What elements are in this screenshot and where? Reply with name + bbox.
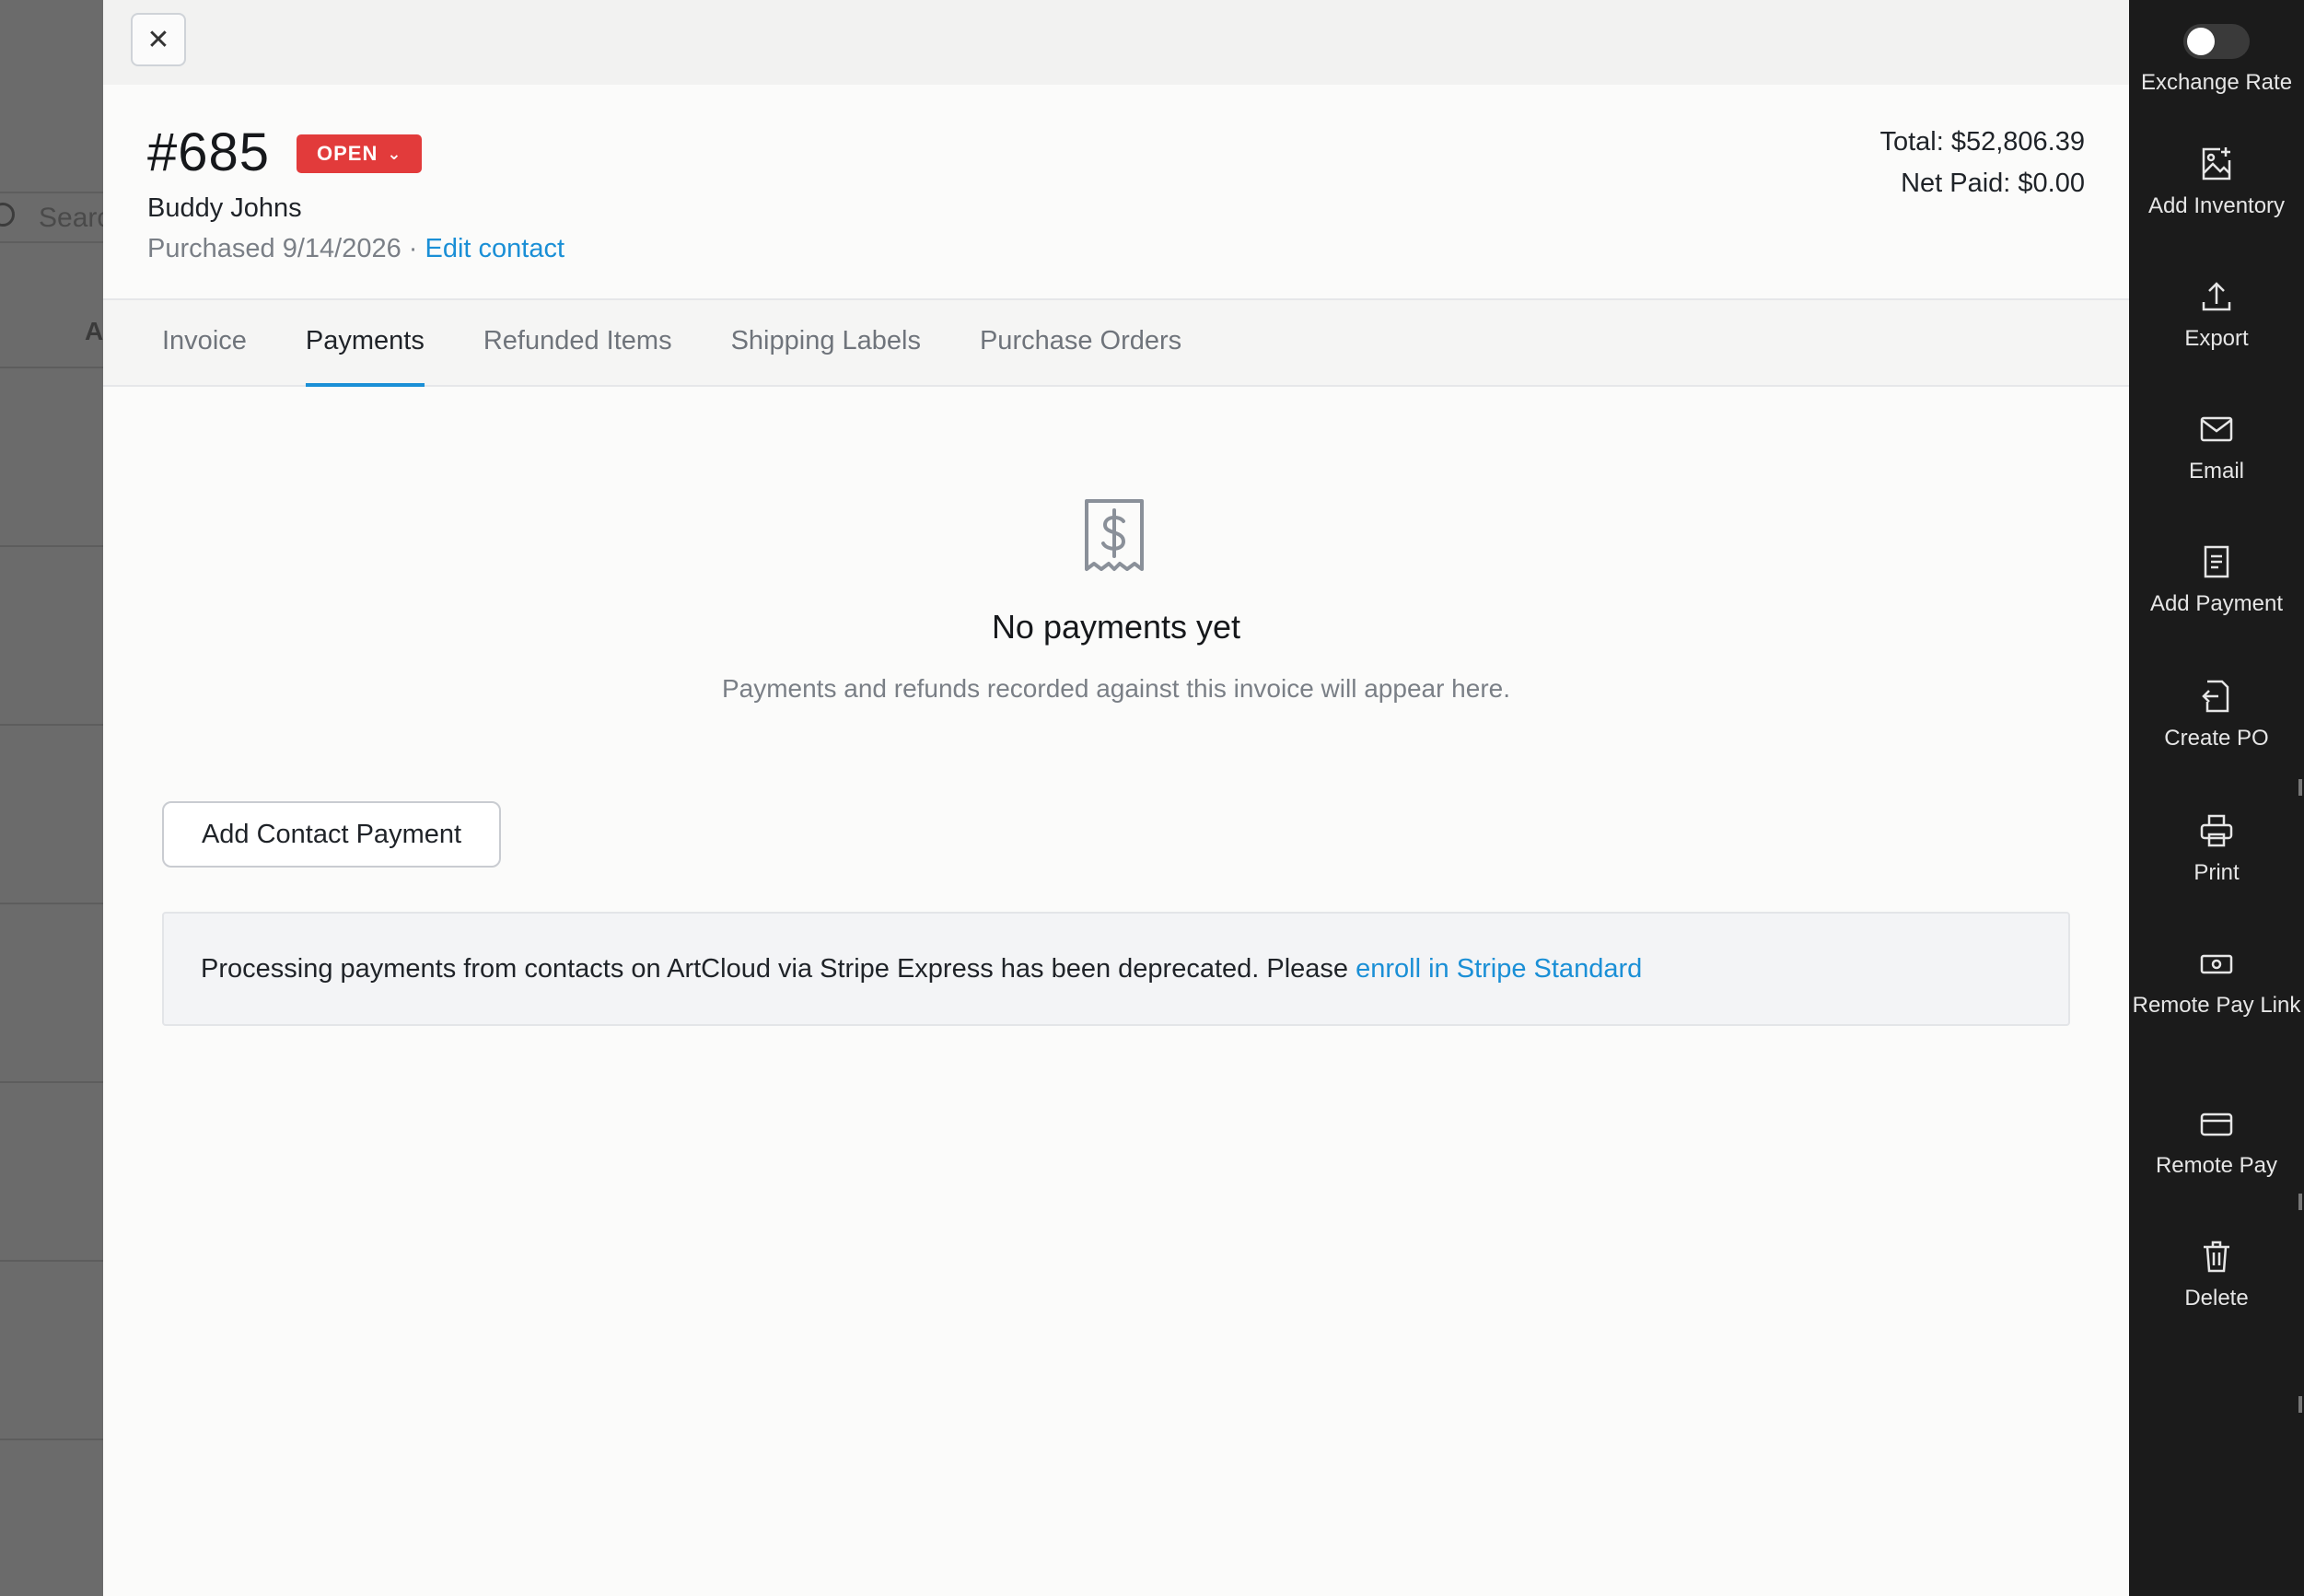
receipt-icon xyxy=(2204,545,2229,578)
status-badge[interactable]: OPEN ⌄ xyxy=(297,134,423,173)
sidebar-item-email[interactable]: Email xyxy=(2129,411,2304,484)
mail-icon xyxy=(2200,416,2233,442)
background-row-divider xyxy=(0,1081,103,1083)
chevron-down-icon: ⌄ xyxy=(387,144,402,163)
enroll-stripe-standard-link[interactable]: enroll in Stripe Standard xyxy=(1356,954,1642,984)
close-icon: ✕ xyxy=(146,24,170,55)
sidebar-item-label: Export xyxy=(2184,326,2249,351)
background-row-divider xyxy=(0,1439,103,1440)
background-search: Searc xyxy=(0,192,111,243)
invoice-totals: Total: $52,806.39 Net Paid: $0.00 xyxy=(1879,122,2085,204)
tab-shipping-labels[interactable]: Shipping Labels xyxy=(731,300,921,385)
background-row-divider xyxy=(0,903,103,904)
edit-contact-link[interactable]: Edit contact xyxy=(425,234,564,263)
background-row-divider xyxy=(0,1260,103,1262)
sidebar-item-label: Remote Pay xyxy=(2155,1153,2278,1178)
trash-icon xyxy=(2204,1241,2229,1273)
background-row-divider xyxy=(0,367,103,368)
add-contact-payment-button[interactable]: Add Contact Payment xyxy=(162,801,501,868)
sidebar-item-add-payment[interactable]: Add Payment xyxy=(2129,543,2304,617)
modal-top-bar: ✕ xyxy=(103,0,2129,85)
sidebar-edge-mark xyxy=(2298,1396,2302,1413)
payments-panel: No payments yet Payments and refunds rec… xyxy=(103,387,2204,1594)
stripe-deprecation-notice: Processing payments from contacts on Art… xyxy=(162,912,2070,1026)
purchased-line: Purchased 9/14/2026 · Edit contact xyxy=(147,234,564,264)
sidebar-item-label: Add Payment xyxy=(2149,591,2284,616)
toggle-switch[interactable] xyxy=(2183,24,2250,59)
sidebar-edge-mark xyxy=(2298,1194,2302,1210)
sidebar-item-label: Add Inventory xyxy=(2147,193,2286,218)
invoice-number: #685 xyxy=(147,122,271,182)
sidebar-item-label: Email xyxy=(2188,459,2244,483)
empty-state-title: No payments yet xyxy=(991,608,1241,646)
sidebar-item-label: Exchange Rate xyxy=(2140,70,2293,95)
background-column-header: A xyxy=(85,317,104,345)
printer-icon xyxy=(2200,814,2233,847)
background-row-divider xyxy=(0,724,103,726)
sidebar-item-create-po[interactable]: Create PO xyxy=(2129,678,2304,751)
background-row-divider xyxy=(0,545,103,547)
total-amount: Total: $52,806.39 xyxy=(1879,127,2085,157)
notice-text: Processing payments from contacts on Art… xyxy=(201,954,1356,984)
status-label: OPEN xyxy=(317,142,378,165)
search-icon xyxy=(0,203,15,227)
sidebar-item-label: Print xyxy=(2193,860,2240,885)
sidebar-item-label: Delete xyxy=(2184,1286,2249,1311)
invoice-header: #685 OPEN ⌄ Buddy Johns Purchased 9/14/2… xyxy=(103,85,2129,298)
sidebar-item-label: Create PO xyxy=(2164,726,2269,751)
sidebar-edge-mark xyxy=(2298,779,2302,796)
actions-sidebar: Exchange Rate Add Inventory Export Email… xyxy=(2129,0,2304,1596)
upload-icon xyxy=(2202,282,2231,311)
close-button[interactable]: ✕ xyxy=(131,13,186,66)
cash-icon xyxy=(2200,954,2233,974)
tab-purchase-orders[interactable]: Purchase Orders xyxy=(980,300,1181,385)
image-plus-icon xyxy=(2202,147,2231,181)
receipt-dollar-icon xyxy=(1085,499,1144,571)
credit-card-icon xyxy=(2200,1113,2233,1136)
invoice-tabs: Invoice Payments Refunded Items Shipping… xyxy=(103,298,2129,387)
empty-state-subtitle: Payments and refunds recorded against th… xyxy=(721,674,1511,703)
sidebar-item-remote-pay-link[interactable]: Remote Pay Link xyxy=(2129,945,2304,1019)
tab-refunded-items[interactable]: Refunded Items xyxy=(483,300,672,385)
tab-payments[interactable]: Payments xyxy=(305,300,425,387)
sidebar-item-remote-pay[interactable]: Remote Pay xyxy=(2129,1105,2304,1179)
purchased-date: Purchased 9/14/2026 · xyxy=(147,234,425,263)
sidebar-item-delete[interactable]: Delete xyxy=(2129,1238,2304,1311)
sidebar-item-export[interactable]: Export xyxy=(2129,278,2304,352)
sidebar-item-print[interactable]: Print xyxy=(2129,812,2304,886)
invoice-modal: ✕ #685 OPEN ⌄ Buddy Johns Purchased 9/14… xyxy=(103,0,2204,1596)
sidebar-item-label: Remote Pay Link xyxy=(2132,993,2301,1018)
net-paid-amount: Net Paid: $0.00 xyxy=(1901,169,2085,198)
file-import-icon xyxy=(2202,680,2229,713)
background-search-placeholder: Searc xyxy=(39,203,111,233)
exchange-rate-toggle[interactable]: Exchange Rate xyxy=(2129,24,2304,96)
sidebar-item-add-inventory[interactable]: Add Inventory xyxy=(2129,146,2304,219)
tab-invoice[interactable]: Invoice xyxy=(162,300,247,385)
contact-name: Buddy Johns xyxy=(147,193,302,223)
